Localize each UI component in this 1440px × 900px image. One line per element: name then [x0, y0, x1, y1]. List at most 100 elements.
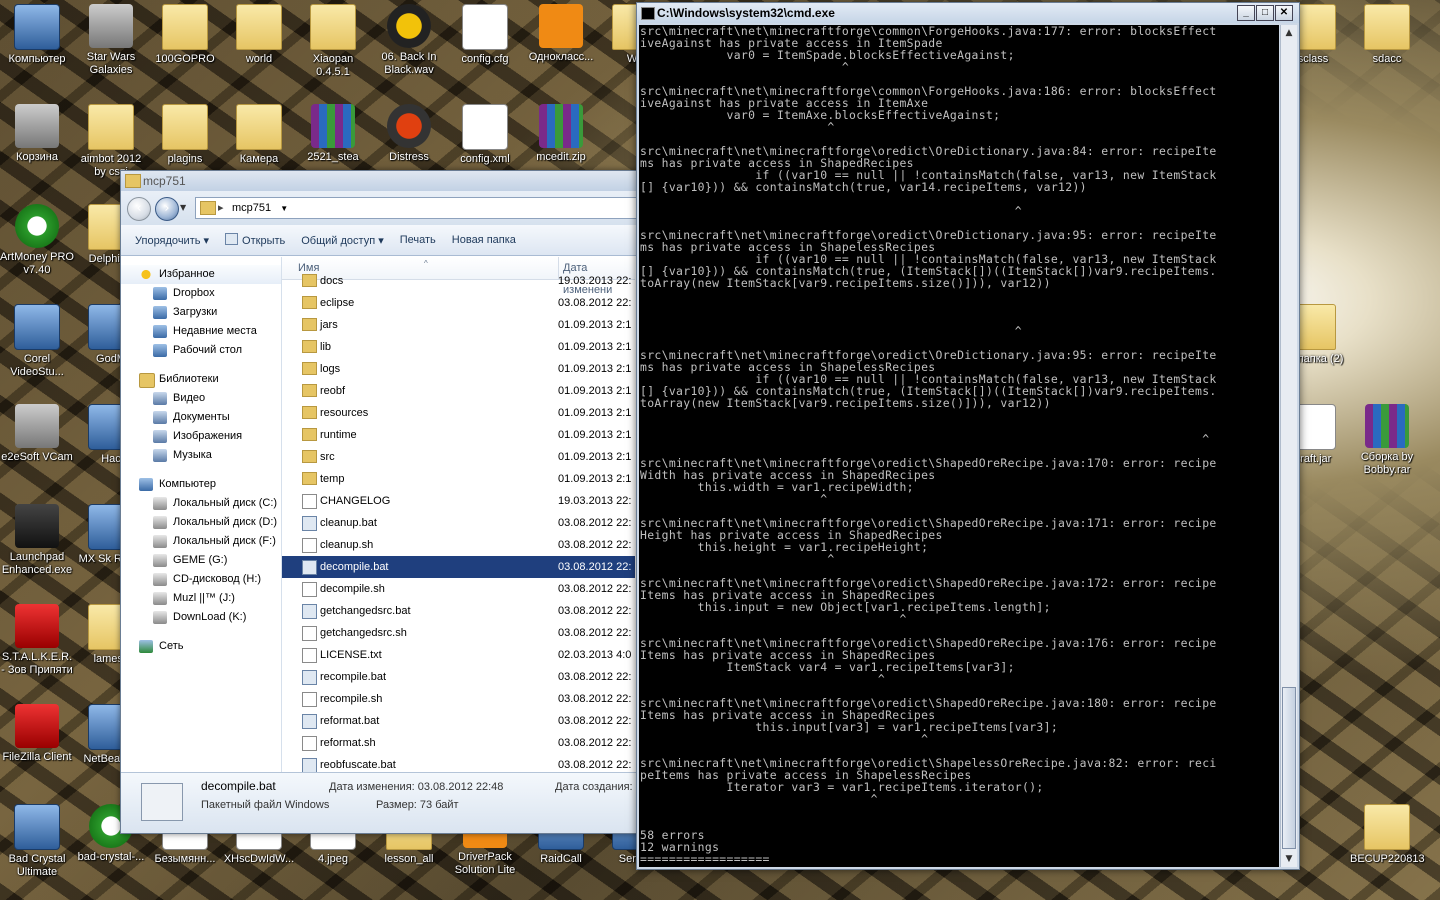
nav-library-item[interactable]: Музыка [121, 446, 281, 465]
file-row[interactable]: cleanup.sh 03.08.2012 22: [282, 534, 635, 556]
nav-drive-item[interactable]: GEME (G:) [121, 551, 281, 570]
file-row[interactable]: eclipse 03.08.2012 22: [282, 292, 635, 314]
file-name: reobf [320, 385, 346, 397]
desktop-icon[interactable]: mcedit.zip [524, 104, 598, 164]
desktop-icon[interactable]: 2521_stea [296, 104, 370, 164]
nav-favorite-item[interactable]: Загрузки [121, 303, 281, 322]
scroll-up-icon[interactable]: ▲ [1281, 25, 1297, 41]
history-dropdown-icon[interactable]: ▼ [180, 203, 186, 212]
desktop-icon[interactable]: Сборка by Bobby.rar [1350, 404, 1424, 477]
folder-icon [302, 406, 317, 419]
desktop-icon[interactable]: Однокласс... [524, 4, 598, 64]
nav-drive-item[interactable]: CD-дисковод (H:) [121, 570, 281, 589]
maximize-button[interactable]: □ [1256, 5, 1274, 21]
file-row[interactable]: src 01.09.2013 2:1 [282, 446, 635, 468]
nav-library-item[interactable]: Изображения [121, 427, 281, 446]
address-dropdown-icon[interactable]: ▼ [280, 204, 288, 213]
nav-favorite-item[interactable]: Рабочий стол [121, 341, 281, 360]
file-row[interactable]: reformat.bat 03.08.2012 22: [282, 710, 635, 732]
file-row[interactable]: jars 01.09.2013 2:1 [282, 314, 635, 336]
file-row[interactable]: getchangedsrc.bat 03.08.2012 22: [282, 600, 635, 622]
desktop-icon-label: bad-crystal-... [77, 851, 145, 863]
desktop-icon[interactable]: FileZilla Client [0, 704, 74, 764]
desktop-icon[interactable]: Star Wars Galaxies [74, 4, 148, 77]
file-row[interactable]: resources 01.09.2013 2:1 [282, 402, 635, 424]
desktop-icon-label: Безымянн... [154, 853, 216, 865]
desktop-icon[interactable]: world [222, 4, 296, 66]
desktop-icon[interactable]: Launchpad Enhanced.exe [0, 504, 74, 577]
forward-button[interactable]: › [155, 197, 179, 221]
share-button[interactable]: Общий доступ ▾ [295, 231, 389, 250]
organize-button[interactable]: Упорядочить ▾ [129, 231, 215, 250]
nav-drive-item-icon [153, 611, 167, 624]
desktop-icon[interactable]: Корзина [0, 104, 74, 164]
nav-library-item[interactable]: Видео [121, 389, 281, 408]
nav-favorite-item[interactable]: Dropbox [121, 284, 281, 303]
print-button[interactable]: Печать [394, 231, 442, 249]
console-output[interactable]: src\minecraft\net\minecraftforge\common\… [639, 25, 1279, 867]
minimize-button[interactable]: _ [1237, 5, 1255, 21]
desktop-icon[interactable]: Камера [222, 104, 296, 166]
file-row[interactable]: reformat.sh 03.08.2012 22: [282, 732, 635, 754]
file-row[interactable]: recompile.bat 03.08.2012 22: [282, 666, 635, 688]
desktop-icon[interactable]: plagins [148, 104, 222, 166]
winrar-icon [311, 104, 355, 148]
cmd-titlebar[interactable]: C:\Windows\system32\cmd.exe _ □ ✕ [637, 3, 1299, 23]
file-row[interactable]: logs 01.09.2013 2:1 [282, 358, 635, 380]
file-row[interactable]: docs 19.03.2013 22: [282, 270, 635, 292]
file-row[interactable]: reobfuscate.bat 03.08.2012 22: [282, 754, 635, 773]
file-row[interactable]: recompile.sh 03.08.2012 22: [282, 688, 635, 710]
desktop-icon-label: RaidCall [540, 853, 582, 865]
desktop-icon[interactable]: S.T.A.L.K.E.R. - Зов Припяти [0, 604, 74, 677]
file-row[interactable]: temp 01.09.2013 2:1 [282, 468, 635, 490]
nav-library-item[interactable]: Документы [121, 408, 281, 427]
desktop-icon[interactable]: 06. Back In Black.wav [372, 4, 446, 77]
address-bar[interactable]: ▸ mcp751 ▼ [195, 197, 637, 219]
file-row[interactable]: getchangedsrc.sh 03.08.2012 22: [282, 622, 635, 644]
nav-favorite-item[interactable]: Недавние места [121, 322, 281, 341]
console-scrollbar[interactable]: ▲ ▼ [1280, 25, 1297, 867]
nav-drive-item[interactable]: Muzl ||™ (J:) [121, 589, 281, 608]
desktop-icon[interactable]: Bad Crystal Ultimate [0, 804, 74, 879]
file-row[interactable]: decompile.sh 03.08.2012 22: [282, 578, 635, 600]
nav-libraries[interactable]: Библиотеки [121, 370, 281, 389]
close-button[interactable]: ✕ [1275, 5, 1293, 21]
scroll-down-icon[interactable]: ▼ [1281, 851, 1297, 867]
desktop-icon-label: Корзина [16, 151, 58, 163]
file-row[interactable]: CHANGELOG 19.03.2013 22: [282, 490, 635, 512]
file-row[interactable]: cleanup.bat 03.08.2012 22: [282, 512, 635, 534]
desktop-icon-label: Star Wars Galaxies [86, 51, 136, 76]
open-button[interactable]: Открыть [219, 230, 291, 250]
file-row[interactable]: runtime 01.09.2013 2:1 [282, 424, 635, 446]
desktop-icon[interactable]: Distress [372, 104, 446, 164]
file-row[interactable]: lib 01.09.2013 2:1 [282, 336, 635, 358]
desktop-icon[interactable]: aimbot 2012 by cszi [74, 104, 148, 179]
nav-drive-item[interactable]: DownLoad (K:) [121, 608, 281, 627]
file-name: docs [320, 275, 344, 287]
desktop-icon[interactable]: sdacc [1350, 4, 1424, 66]
desktop-icon[interactable]: config.xml [448, 104, 522, 166]
file-row[interactable]: decompile.bat 03.08.2012 22: [282, 556, 635, 578]
desktop-icon[interactable]: Xiaopan 0.4.5.1 [296, 4, 370, 79]
nav-drive-item[interactable]: Локальный диск (F:) [121, 532, 281, 551]
desktop-icon[interactable]: ArtMoney PRO v7.40 [0, 204, 74, 277]
desktop-icon[interactable]: Компьютер [0, 4, 74, 66]
desktop-icon[interactable]: 100GOPRO [148, 4, 222, 66]
desktop-icon[interactable]: e2eSoft VCam [0, 404, 74, 464]
nav-drive-item[interactable]: Локальный диск (C:) [121, 494, 281, 513]
desktop-icon[interactable]: config.cfg [448, 4, 522, 66]
file-row[interactable]: reobf 01.09.2013 2:1 [282, 380, 635, 402]
desktop-icon[interactable]: Corel VideoStu... [0, 304, 74, 379]
nav-favorites[interactable]: Избранное [121, 265, 281, 284]
nav-drive-item[interactable]: Локальный диск (D:) [121, 513, 281, 532]
desktop-icon[interactable]: BECUP220813 [1350, 804, 1425, 866]
back-button[interactable]: ‹ [127, 197, 151, 221]
file-row[interactable]: LICENSE.txt 02.03.2013 4:0 [282, 644, 635, 666]
scroll-thumb[interactable] [1282, 687, 1296, 849]
folder-icon [302, 340, 317, 353]
new-folder-button[interactable]: Новая папка [446, 231, 522, 249]
nav-computer[interactable]: Компьютер [121, 475, 281, 494]
desktop-icon-label: Corel VideoStu... [10, 353, 64, 378]
explorer-titlebar[interactable]: mcp751 [121, 171, 641, 191]
nav-network[interactable]: Сеть [121, 637, 281, 656]
